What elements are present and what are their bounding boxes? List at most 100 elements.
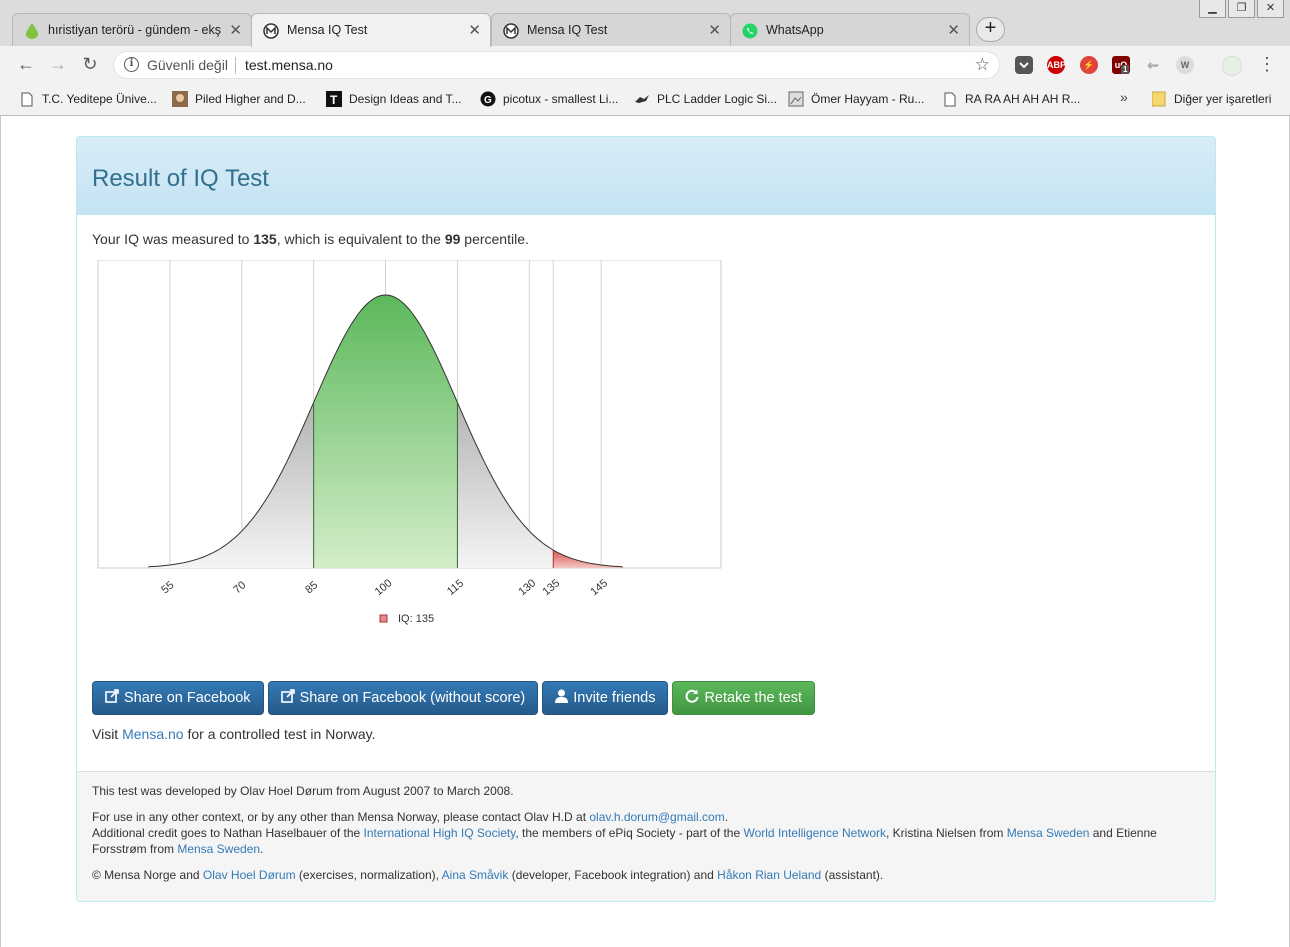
info-icon[interactable]: i	[124, 57, 139, 72]
reload-icon[interactable]: ↻	[79, 54, 101, 76]
back-arrow-icon[interactable]: ←	[15, 54, 37, 76]
credit-suffix: .	[260, 842, 264, 856]
extension-red-icon[interactable]: ⚡	[1080, 56, 1098, 74]
bookmarks-overflow-button[interactable]: »	[1120, 89, 1128, 105]
share-icon	[280, 689, 295, 707]
profile-icon[interactable]	[1222, 56, 1242, 76]
whatsapp-icon	[742, 23, 758, 39]
olav-link[interactable]: Olav Hoel Dørum	[203, 868, 296, 882]
browser-toolbar: ← → ↻ i Güvenli değil test.mensa.no ☆ AB…	[0, 46, 1290, 84]
iq-score: 135	[253, 231, 277, 247]
contact-prefix: For use in any other context, or by any …	[92, 810, 590, 824]
url-text[interactable]: test.mensa.no	[245, 57, 333, 73]
copy-mid: (developer, Facebook integration) and	[508, 868, 718, 882]
mensa-icon	[503, 23, 519, 39]
world-intelligence-network-link[interactable]: World Intelligence Network	[743, 826, 886, 840]
panel-heading: Result of IQ Test	[77, 137, 1215, 215]
close-icon[interactable]: ✕	[947, 21, 960, 39]
bookmark-item[interactable]: RA RA AH AH AH R...	[942, 90, 1080, 108]
share-facebook-no-score-button[interactable]: Share on Facebook (without score)	[267, 681, 539, 715]
bookmark-label: picotux - smallest Li...	[503, 92, 619, 106]
bird-icon	[634, 91, 650, 107]
comic-icon	[172, 91, 188, 107]
tab-mensa[interactable]: Mensa IQ Test ✕	[491, 13, 731, 46]
close-window-icon[interactable]: ✕	[1257, 0, 1284, 18]
share-label: Share on Facebook	[124, 690, 251, 706]
svg-text:T: T	[330, 93, 338, 107]
security-label[interactable]: Güvenli değil	[147, 57, 228, 73]
invite-friends-button[interactable]: Invite friends	[542, 681, 669, 715]
ublock-icon[interactable]: uO 1	[1112, 56, 1130, 74]
browser-chrome: hıristiyan terörü - gündem - ekşi ✕ Mens…	[0, 0, 1290, 116]
globe-icon: G	[480, 91, 496, 107]
x-tick-label: 115	[445, 577, 466, 597]
iq-distribution-chart: 55 70 85 100 115 130 135 145 IQ: 135	[97, 260, 722, 625]
forward-arrow-icon[interactable]: →	[47, 54, 69, 76]
folder-icon	[1151, 91, 1167, 107]
developed-note: This test was developed by Olav Hoel Dør…	[92, 784, 514, 798]
minimize-icon[interactable]: ▁	[1199, 0, 1226, 18]
menu-kebab-icon[interactable]: ⋮	[1258, 54, 1276, 75]
tab-label: Mensa IQ Test	[527, 23, 608, 37]
x-tick-label: 85	[303, 579, 320, 596]
image-icon	[788, 91, 804, 107]
bookmark-item[interactable]: T.C. Yeditepe Ünive...	[19, 90, 157, 108]
result-text: Your IQ was measured to 135, which is eq…	[92, 231, 1200, 247]
t-logo-icon: T	[326, 91, 342, 107]
mensa-icon	[263, 23, 279, 39]
high-iq-society-link[interactable]: International High IQ Society	[364, 826, 516, 840]
aina-link[interactable]: Aina Småvik	[442, 868, 509, 882]
percentile-value: 99	[444, 231, 461, 247]
result-prefix: Your IQ was measured to	[92, 231, 254, 247]
visit-suffix: for a controlled test in Norway.	[183, 726, 376, 742]
wikipedia-icon[interactable]: W	[1176, 56, 1194, 74]
bookmark-item[interactable]: T Design Ideas and T...	[326, 90, 462, 108]
tab-whatsapp[interactable]: WhatsApp ✕	[730, 13, 970, 46]
tab-eksi[interactable]: hıristiyan terörü - gündem - ekşi ✕	[12, 13, 252, 46]
hakon-link[interactable]: Håkon Rian Ueland	[717, 868, 821, 882]
x-tick-label: 55	[159, 579, 176, 596]
bookmark-star-icon[interactable]: ☆	[975, 55, 990, 75]
bookmark-label: PLC Ladder Logic Si...	[657, 92, 778, 106]
window-controls: ▁ ❐ ✕	[1199, 0, 1284, 18]
close-icon[interactable]: ✕	[708, 21, 721, 39]
share-no-score-label: Share on Facebook (without score)	[299, 690, 526, 706]
page-icon	[19, 91, 35, 107]
email-link[interactable]: olav.h.dorum@gmail.com	[589, 810, 724, 824]
adblock-icon[interactable]: ABP	[1047, 56, 1066, 74]
result-middle: , which is equivalent to the	[276, 231, 445, 247]
bookmark-item[interactable]: Ömer Hayyam - Ru...	[788, 90, 924, 108]
page-title: Result of IQ Test	[92, 165, 269, 192]
copy-prefix: © Mensa Norge and	[92, 868, 203, 882]
bookmarks-bar: T.C. Yeditepe Ünive... Piled Higher and …	[0, 84, 1290, 115]
bookmark-label: Piled Higher and D...	[195, 92, 306, 106]
new-tab-button[interactable]: +	[976, 17, 1005, 42]
mensa-link[interactable]: Mensa.no	[122, 726, 183, 742]
legend-label: IQ: 135	[398, 613, 434, 625]
bookmark-item[interactable]: PLC Ladder Logic Si...	[634, 90, 777, 108]
refresh-icon	[685, 689, 699, 707]
copy-mid: (exercises, normalization),	[295, 868, 442, 882]
share-facebook-button[interactable]: Share on Facebook	[92, 681, 264, 715]
tab-label: WhatsApp	[766, 23, 824, 37]
retake-label: Retake the test	[704, 690, 802, 706]
address-bar[interactable]: i Güvenli değil test.mensa.no ☆	[113, 51, 1000, 79]
credit-mid: , the members of ePiq Society - part of …	[515, 826, 744, 840]
tab-mensa-active[interactable]: Mensa IQ Test ✕	[251, 13, 491, 47]
mensa-sweden-link[interactable]: Mensa Sweden	[177, 842, 260, 856]
bookmark-item[interactable]: G picotux - smallest Li...	[480, 90, 618, 108]
invite-label: Invite friends	[573, 690, 656, 706]
bookmark-item[interactable]: Piled Higher and D...	[172, 90, 306, 108]
extension-grey-icon[interactable]: ⇜	[1144, 56, 1162, 74]
tab-strip: hıristiyan terörü - gündem - ekşi ✕ Mens…	[0, 0, 1290, 47]
ublock-badge: 1	[1121, 65, 1130, 74]
share-icon	[105, 689, 119, 707]
contact-suffix: .	[724, 810, 729, 824]
other-bookmarks[interactable]: Diğer yer işaretleri	[1151, 90, 1271, 108]
close-icon[interactable]: ✕	[229, 21, 242, 39]
maximize-icon[interactable]: ❐	[1228, 0, 1255, 18]
pocket-icon[interactable]	[1015, 56, 1033, 74]
close-icon[interactable]: ✕	[468, 21, 481, 39]
retake-test-button[interactable]: Retake the test	[672, 681, 815, 715]
mensa-sweden-link[interactable]: Mensa Sweden	[1007, 826, 1090, 840]
